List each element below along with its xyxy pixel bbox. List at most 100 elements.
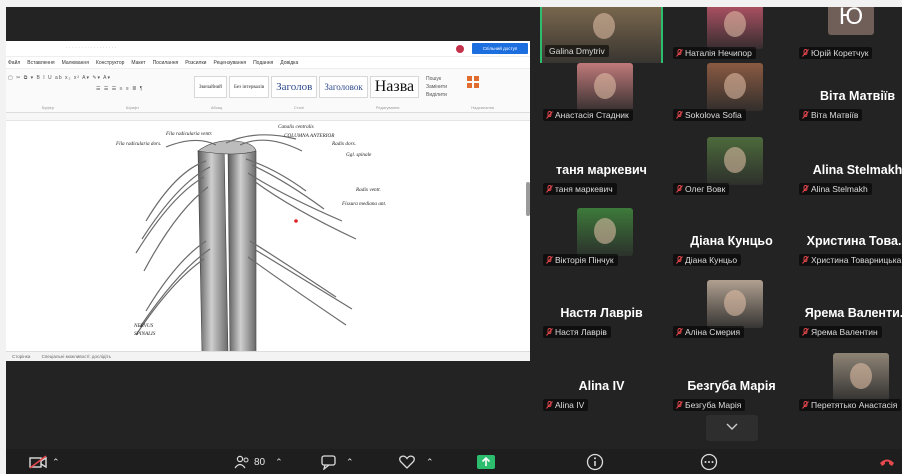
participant-name-label: Alina IV <box>543 399 589 411</box>
participant-tile[interactable]: Alina Stelmakh Alina Stelmakh <box>796 137 902 203</box>
mic-muted-icon <box>546 401 553 409</box>
reactions-button[interactable]: ⌃ <box>398 452 434 472</box>
clipboard-tools[interactable]: ▢ ✂ ⧉ ▾ B I U ab x₂ x² A▾ ✎▾ A▾ <box>8 75 111 81</box>
participant-name: Христина Товарницька <box>811 255 902 265</box>
editing-command[interactable]: Виділити <box>426 91 447 99</box>
record-indicator-icon <box>456 45 464 53</box>
participant-tile[interactable]: Вікторія Пінчук <box>540 208 663 274</box>
participant-display-name: Alina Stelmakh <box>812 163 902 177</box>
participant-name-label: Наталія Нечипор <box>673 47 756 59</box>
style-option[interactable]: Звичайний <box>194 76 227 98</box>
mic-muted-icon <box>546 185 553 193</box>
participant-tile[interactable]: Настя Лаврів Настя Лаврів <box>540 280 663 346</box>
participant-tile[interactable]: Анастасія Стадник <box>540 63 663 129</box>
face-silhouette <box>594 73 616 99</box>
video-options-caret[interactable]: ⌃ <box>52 457 60 468</box>
participant-tile[interactable]: таня маркевич таня маркевич <box>540 137 663 203</box>
participant-tile[interactable]: Galina Dmytriv <box>540 7 663 67</box>
style-gallery: Звичайний Без інтервалів Заголов Заголовок Н… <box>194 76 420 100</box>
style-option[interactable]: Заголов <box>271 76 318 98</box>
participants-icon <box>234 455 249 469</box>
ribbon-tab[interactable]: Довідка <box>280 60 298 66</box>
editing-command[interactable]: Замінити <box>426 83 447 91</box>
info-button[interactable] <box>586 452 604 472</box>
participant-video <box>833 353 889 401</box>
stop-video-button[interactable]: ⌃ <box>28 452 60 472</box>
illustration-label: Fila radicularia dors. <box>115 141 161 147</box>
participant-video <box>707 280 763 328</box>
style-option[interactable]: Назва <box>369 76 420 98</box>
participant-tile[interactable]: Ю Юрій Коретчук <box>796 7 902 67</box>
reactions-options-caret[interactable]: ⌃ <box>426 457 434 468</box>
share-access-button[interactable]: Спільний доступ <box>472 43 528 54</box>
participant-tile[interactable]: Христина Това... Христина Товарницька <box>796 208 902 274</box>
participant-tile[interactable]: Віта Матвіїв Віта Матвіїв <box>796 63 902 129</box>
participant-name: таня маркевич <box>555 184 613 194</box>
nerve-rootlet <box>247 172 343 222</box>
style-option[interactable]: Заголовок <box>319 76 368 98</box>
ribbon: ▢ ✂ ⧉ ▾ B I U ab x₂ x² A▾ ✎▾ A▾ ☰ ☰ ☰ ≡ … <box>6 69 530 113</box>
participant-tile[interactable]: Перетятько Анастасія <box>796 353 902 419</box>
participant-video <box>542 7 661 65</box>
participant-name: Ярема Валентин <box>811 327 878 337</box>
share-screen-button[interactable] <box>476 452 496 472</box>
mic-muted-icon <box>802 185 809 193</box>
participant-name: Galina Dmytriv <box>549 46 605 56</box>
accessibility-indicator[interactable]: Спеціальні можливості: дослідіть <box>42 354 111 359</box>
word-status-bar: Сторінка Спеціальні можливості: дослідіт… <box>6 351 530 361</box>
participant-name: Юрій Коретчук <box>811 48 869 58</box>
ribbon-tab[interactable]: Подання <box>253 60 273 66</box>
next-page-button[interactable] <box>706 415 758 441</box>
mic-muted-icon <box>546 111 553 119</box>
face-silhouette <box>724 147 746 173</box>
info-icon <box>586 453 604 471</box>
participant-name: Вікторія Пінчук <box>555 255 614 265</box>
dictate-icon[interactable] <box>466 75 480 89</box>
participant-name-label: Олег Вовк <box>673 183 730 195</box>
chat-options-caret[interactable]: ⌃ <box>346 457 354 468</box>
participant-display-name: Ярема Валенти... <box>804 306 902 320</box>
chevron-down-icon <box>726 423 738 430</box>
illustration-label: SPINALIS <box>134 331 156 337</box>
participant-tile[interactable]: Діана Кунцьо Діана Кунцьо <box>670 208 793 274</box>
participant-tile[interactable]: Alina IV Alina IV <box>540 353 663 419</box>
participant-tile[interactable]: Безгуба Марія Безгуба Марія <box>670 353 793 419</box>
ribbon-tab[interactable]: Файл <box>8 60 20 66</box>
participant-tile[interactable]: Аліна Смерия <box>670 280 793 346</box>
shared-screen: · · · · · · · · · · · · · · · · · Спільн… <box>6 41 530 361</box>
participant-name: Безгуба Марія <box>685 400 742 410</box>
meeting-toolbar: ⌃ 80 ⌃ ⌃ ⌃ <box>6 449 902 474</box>
participant-tile[interactable]: Sokolova Sofia <box>670 63 793 129</box>
editing-command[interactable]: Пошук <box>426 75 447 83</box>
ribbon-tab[interactable]: Рецензування <box>213 60 246 66</box>
ribbon-tab[interactable]: Малювання <box>62 60 89 66</box>
participant-tile[interactable]: Наталія Нечипор <box>670 7 793 67</box>
participant-name-label: Sokolova Sofia <box>673 109 746 121</box>
face-silhouette <box>724 290 746 316</box>
leave-button[interactable] <box>878 452 896 472</box>
ruler <box>6 113 530 121</box>
avatar: Ю <box>828 7 874 35</box>
participant-video <box>707 63 763 111</box>
paragraph-tools[interactable]: ☰ ☰ ☰ ≡ ≡ ≣ ¶ <box>96 86 144 92</box>
participant-display-name: Діана Кунцьо <box>690 234 773 248</box>
nerve-rootlet <box>253 248 353 310</box>
participants-button[interactable]: 80 ⌃ <box>234 452 283 472</box>
participant-display-name: таня маркевич <box>556 163 647 177</box>
ribbon-tab[interactable]: Вставлення <box>27 60 54 66</box>
ribbon-tab[interactable]: Конструктор <box>96 60 125 66</box>
participant-name-label: Діана Кунцьо <box>673 254 742 266</box>
ribbon-tab[interactable]: Посилання <box>153 60 179 66</box>
chat-button[interactable]: ⌃ <box>320 452 354 472</box>
splitter-handle[interactable] <box>526 182 530 216</box>
more-options-button[interactable] <box>700 452 718 472</box>
ribbon-tab[interactable]: Розсилки <box>185 60 206 66</box>
participants-options-caret[interactable]: ⌃ <box>275 457 283 468</box>
ribbon-tab[interactable]: Макет <box>131 60 145 66</box>
mic-muted-icon <box>676 328 683 336</box>
word-title-bar: · · · · · · · · · · · · · · · · · Спільн… <box>6 41 530 57</box>
participant-tile[interactable]: Олег Вовк <box>670 137 793 203</box>
style-option[interactable]: Без інтервалів <box>228 76 270 98</box>
participant-tile[interactable]: Ярема Валенти... Ярема Валентин <box>796 280 902 346</box>
participant-name: Перетятько Анастасія <box>811 400 898 410</box>
